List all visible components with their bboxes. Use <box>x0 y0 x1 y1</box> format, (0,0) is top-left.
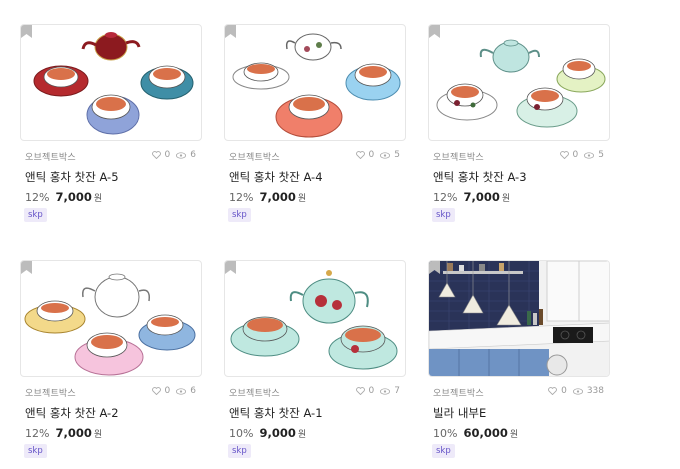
brand-label[interactable]: 오브젝트박스 <box>25 386 76 399</box>
product-tag[interactable]: skp <box>432 208 455 222</box>
product-thumbnail[interactable] <box>20 24 202 141</box>
bookmark-icon[interactable] <box>225 261 236 274</box>
price-row: 12% 7,000 원 <box>25 190 102 204</box>
product-tag[interactable]: skp <box>24 208 47 222</box>
product-thumbnail[interactable] <box>428 260 610 377</box>
discount-rate: 12% <box>25 427 50 440</box>
bookmark-icon[interactable] <box>429 25 440 38</box>
brand-label[interactable]: 오브젝트박스 <box>433 386 484 399</box>
currency-unit: 원 <box>501 194 511 204</box>
brand-label[interactable]: 오브젝트박스 <box>433 150 484 163</box>
discount-rate: 12% <box>229 191 254 204</box>
price-amount: 7,000 <box>55 190 92 204</box>
likes-count: 0 <box>572 150 579 160</box>
views-count: 5 <box>598 150 604 160</box>
heart-icon <box>151 151 161 159</box>
brand-label[interactable]: 오브젝트박스 <box>229 386 280 399</box>
product-thumbnail[interactable] <box>224 24 406 141</box>
price-amount: 9,000 <box>259 426 296 440</box>
views-count: 6 <box>190 386 196 396</box>
discount-rate: 12% <box>25 191 50 204</box>
discount-rate: 10% <box>229 427 254 440</box>
eye-icon <box>176 387 187 395</box>
eye-icon <box>572 387 583 395</box>
likes-count: 0 <box>368 386 375 396</box>
teacups-illustration <box>33 32 194 135</box>
heart-icon <box>151 387 161 395</box>
price-row: 10% 60,000 원 <box>433 426 518 440</box>
heart-icon <box>559 151 569 159</box>
discount-rate: 10% <box>433 427 458 440</box>
currency-unit: 원 <box>509 430 519 440</box>
eye-icon <box>380 387 391 395</box>
product-stats: 0 7 <box>355 386 402 396</box>
product-tag[interactable]: skp <box>228 444 251 458</box>
price-amount: 7,000 <box>55 426 92 440</box>
price-amount: 60,000 <box>463 426 508 440</box>
discount-rate: 12% <box>433 191 458 204</box>
product-stats: 0 338 <box>548 386 606 396</box>
currency-unit: 원 <box>93 194 103 204</box>
product-tag[interactable]: skp <box>228 208 251 222</box>
product-title[interactable]: 앤틱 홍차 찻잔 A-4 <box>229 169 323 185</box>
views-count: 6 <box>190 150 196 160</box>
views-count: 7 <box>394 386 400 396</box>
likes-count: 0 <box>164 386 171 396</box>
product-grid: 오브젝트박스 0 6 앤틱 홍차 찻잔 A-5 12% 7,000 원 skp <box>18 24 618 464</box>
bookmark-icon[interactable] <box>429 261 440 274</box>
bookmark-icon[interactable] <box>225 25 236 38</box>
price-amount: 7,000 <box>463 190 500 204</box>
product-tag[interactable]: skp <box>24 444 47 458</box>
currency-unit: 원 <box>93 430 103 440</box>
price-amount: 7,000 <box>259 190 296 204</box>
currency-unit: 원 <box>297 430 307 440</box>
views-count: 5 <box>394 150 400 160</box>
product-thumbnail[interactable] <box>428 24 610 141</box>
product-stats: 0 6 <box>151 386 198 396</box>
product-thumbnail[interactable] <box>224 260 406 377</box>
product-title[interactable]: 앤틱 홍차 찻잔 A-1 <box>229 405 323 421</box>
price-row: 10% 9,000 원 <box>229 426 306 440</box>
eye-icon <box>176 151 187 159</box>
likes-count: 0 <box>164 150 171 160</box>
product-title[interactable]: 앤틱 홍차 찻잔 A-5 <box>25 169 119 185</box>
likes-count: 0 <box>561 386 567 396</box>
product-stats: 0 6 <box>151 150 198 160</box>
teacups-illustration <box>230 270 398 370</box>
heart-icon <box>548 387 557 395</box>
product-tag[interactable]: skp <box>432 444 455 458</box>
price-row: 12% 7,000 원 <box>433 190 510 204</box>
product-stats: 0 5 <box>559 150 606 160</box>
eye-icon <box>380 151 391 159</box>
product-title[interactable]: 빌라 내부E <box>433 405 486 421</box>
price-row: 12% 7,000 원 <box>229 190 306 204</box>
price-row: 12% 7,000 원 <box>25 426 102 440</box>
product-title[interactable]: 앤틱 홍차 찻잔 A-2 <box>25 405 119 421</box>
heart-icon <box>355 151 365 159</box>
eye-icon <box>584 151 595 159</box>
teacups-illustration <box>232 33 401 138</box>
bookmark-icon[interactable] <box>21 25 32 38</box>
villa-kitchen-illustration <box>429 261 609 376</box>
likes-count: 0 <box>368 150 375 160</box>
views-count: 338 <box>586 386 604 396</box>
bookmark-icon[interactable] <box>21 261 32 274</box>
teacups-illustration <box>24 273 196 376</box>
brand-label[interactable]: 오브젝트박스 <box>25 150 76 163</box>
heart-icon <box>355 387 365 395</box>
product-stats: 0 5 <box>355 150 402 160</box>
product-title[interactable]: 앤틱 홍차 찻잔 A-3 <box>433 169 527 185</box>
currency-unit: 원 <box>297 194 307 204</box>
product-thumbnail[interactable] <box>20 260 202 377</box>
teacups-illustration <box>436 39 606 128</box>
brand-label[interactable]: 오브젝트박스 <box>229 150 280 163</box>
